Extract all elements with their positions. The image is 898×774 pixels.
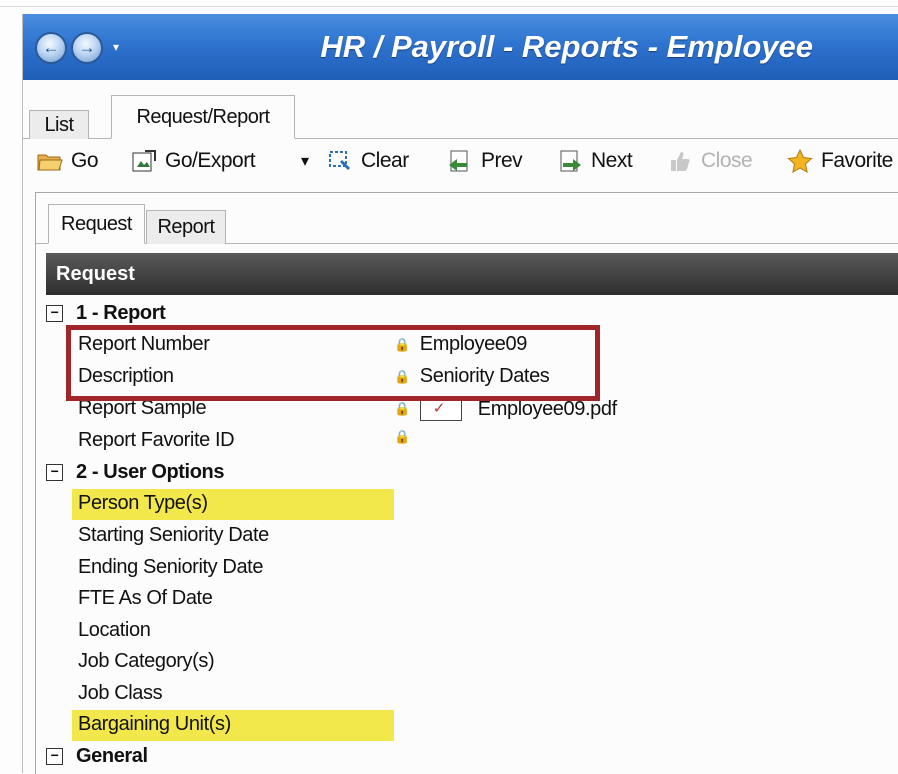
close-button[interactable]: Close: [667, 142, 753, 180]
go-export-dropdown[interactable]: ▾: [301, 142, 309, 180]
section-title: General: [76, 745, 148, 767]
section-general[interactable]: − General: [46, 742, 898, 773]
chevron-down-icon: ▾: [301, 153, 309, 170]
row-bargaining-units[interactable]: Bargaining Unit(s): [46, 710, 898, 741]
row-value: 🔒: [394, 429, 420, 445]
go-button[interactable]: Go: [37, 142, 99, 180]
next-icon: [557, 149, 583, 173]
lock-icon: 🔒: [394, 401, 410, 416]
top-divider: [0, 6, 898, 7]
go-label: Go: [71, 149, 99, 172]
prev-label: Prev: [481, 149, 523, 172]
row-job-categories[interactable]: Job Category(s): [46, 647, 898, 678]
row-ending-seniority-date[interactable]: Ending Seniority Date: [46, 553, 898, 584]
favorites-label: Favorite: [821, 149, 893, 172]
export-icon: [131, 149, 157, 173]
row-location[interactable]: Location: [46, 616, 898, 647]
collapse-icon[interactable]: −: [46, 748, 63, 765]
tab-request-report[interactable]: Request/Report: [111, 95, 295, 139]
row-label: FTE As Of Date: [78, 587, 213, 609]
next-label: Next: [591, 149, 633, 172]
toolbar: Go Go/Export ▾ Clear Prev Next Close Fav…: [23, 142, 898, 180]
prev-icon: [447, 149, 473, 173]
history-dropdown-icon[interactable]: ▾: [113, 40, 119, 54]
title-bar: ← → ▾ HR / Payroll - Reports - Employee: [23, 14, 898, 80]
clear-label: Clear: [361, 149, 409, 172]
outer-tab-strip: List Request/Report: [23, 94, 898, 139]
app-window: ← → ▾ HR / Payroll - Reports - Employee …: [22, 14, 898, 774]
collapse-icon[interactable]: −: [46, 305, 63, 322]
grid-header: Request: [46, 253, 898, 295]
clear-button[interactable]: Clear: [327, 142, 409, 180]
pdf-mark: ✓: [432, 400, 446, 417]
navigation-group: ← → ▾: [33, 30, 155, 70]
back-button[interactable]: ←: [35, 32, 67, 64]
collapse-icon[interactable]: −: [46, 464, 63, 481]
go-export-label: Go/Export: [165, 149, 256, 172]
section-title: 1 - Report: [76, 302, 166, 324]
row-label: Starting Seniority Date: [78, 524, 269, 546]
row-label: Job Category(s): [78, 650, 215, 672]
tab-report[interactable]: Report: [146, 210, 226, 244]
star-icon: [787, 149, 813, 173]
clear-icon: [327, 149, 353, 173]
arrow-right-icon: →: [78, 38, 96, 57]
thumbs-up-icon: [667, 149, 693, 173]
section-title: 2 - User Options: [76, 461, 225, 483]
close-label: Close: [701, 149, 753, 172]
row-job-class[interactable]: Job Class: [46, 679, 898, 710]
property-grid: Request − 1 - Report Report Number 🔒 Emp…: [46, 253, 898, 774]
inner-tab-strip: Request Report: [36, 203, 898, 244]
row-fte-as-of-date[interactable]: FTE As Of Date: [46, 584, 898, 615]
row-person-types[interactable]: Person Type(s): [46, 489, 898, 520]
lock-icon: 🔒: [394, 429, 410, 444]
row-label: Report Favorite ID: [78, 429, 235, 451]
favorites-button[interactable]: Favorite: [787, 142, 893, 180]
arrow-left-icon: ←: [42, 38, 60, 57]
forward-button[interactable]: →: [71, 32, 103, 64]
prev-button[interactable]: Prev: [447, 142, 523, 180]
folder-open-icon: [37, 149, 63, 173]
row-label: Person Type(s): [78, 492, 208, 514]
row-label: Job Class: [78, 682, 163, 704]
row-starting-seniority-date[interactable]: Starting Seniority Date: [46, 521, 898, 552]
request-panel: Request Report Request − 1 - Report Repo…: [35, 192, 898, 774]
section-user-options[interactable]: − 2 - User Options: [46, 458, 898, 489]
annotation-box: [66, 325, 600, 401]
row-report-favorite-id[interactable]: Report Favorite ID 🔒: [46, 426, 898, 457]
row-label: Location: [78, 619, 151, 641]
row-label: Ending Seniority Date: [78, 556, 264, 578]
next-button[interactable]: Next: [557, 142, 633, 180]
window-title: HR / Payroll - Reports - Employee: [320, 29, 813, 64]
row-label: Bargaining Unit(s): [78, 713, 231, 735]
go-export-button[interactable]: Go/Export: [131, 142, 256, 180]
tab-request[interactable]: Request: [48, 204, 145, 244]
tab-list[interactable]: List: [29, 110, 89, 139]
